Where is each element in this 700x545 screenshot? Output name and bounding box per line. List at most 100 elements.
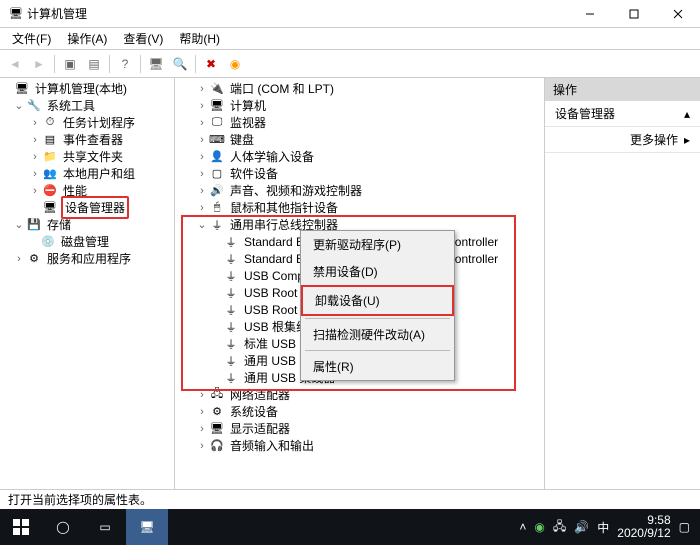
tree-disk[interactable]: 💿磁盘管理 xyxy=(0,233,174,250)
enable-button[interactable]: ◉ xyxy=(224,53,246,75)
computer-icon: 🖥 xyxy=(14,81,30,97)
tray-volume-icon[interactable]: 🔊 xyxy=(574,520,589,534)
separator xyxy=(54,55,55,73)
ctx-disable[interactable]: 禁用设备(D) xyxy=(301,258,454,285)
computer-icon: 🖥 xyxy=(209,98,225,114)
tools-icon: 🔧 xyxy=(26,98,42,114)
expand-icon[interactable]: › xyxy=(195,134,209,146)
ctx-scan[interactable]: 扫描检测硬件改动(A) xyxy=(301,321,454,348)
device-icon: 🖥 xyxy=(42,200,58,216)
tree-devmgr[interactable]: 🖥设备管理器 xyxy=(0,199,174,216)
forward-button[interactable]: ► xyxy=(28,53,50,75)
ctx-properties[interactable]: 属性(R) xyxy=(301,353,454,380)
clock-icon: ⏱ xyxy=(42,115,58,131)
separator xyxy=(140,55,141,73)
dev-monitor[interactable]: ›🖵监视器 xyxy=(179,114,544,131)
actions-pane: 操作 设备管理器▴ 更多操作▸ xyxy=(545,78,700,489)
disk-icon: 💿 xyxy=(40,234,56,250)
tray-chevron-icon[interactable]: ˄ xyxy=(519,520,526,534)
dev-ports[interactable]: ›🔌端口 (COM 和 LPT) xyxy=(179,80,544,97)
menu-view[interactable]: 查看(V) xyxy=(117,28,169,49)
dev-sound[interactable]: ›🔊声音、视频和游戏控制器 xyxy=(179,182,544,199)
expand-icon[interactable]: › xyxy=(28,151,42,163)
tray-ime[interactable]: 中 xyxy=(597,519,609,536)
chevron-up-icon: ▴ xyxy=(684,107,690,121)
dev-network[interactable]: ›🖧网络适配器 xyxy=(179,386,544,403)
expand-icon[interactable]: › xyxy=(195,389,209,401)
separator xyxy=(305,318,450,319)
minimize-button[interactable] xyxy=(568,0,612,27)
expand-icon[interactable]: › xyxy=(195,423,209,435)
expand-icon[interactable]: › xyxy=(195,202,209,214)
expand-icon[interactable]: › xyxy=(195,100,209,112)
menu-action[interactable]: 操作(A) xyxy=(61,28,113,49)
back-button[interactable]: ◄ xyxy=(4,53,26,75)
usb-icon: ⏚ xyxy=(223,285,239,301)
system-tray: ˄ ◉ 🖧 🔊 中 9:582020/9/12 ▢ xyxy=(519,514,700,540)
device-tree-pane: ›🔌端口 (COM 和 LPT) ›🖥计算机 ›🖵监视器 ›⌨键盘 ›👤人体学输… xyxy=(175,78,545,489)
dev-software[interactable]: ›▢软件设备 xyxy=(179,165,544,182)
expand-icon[interactable]: › xyxy=(28,185,42,197)
expand-icon[interactable]: › xyxy=(195,83,209,95)
ctx-uninstall[interactable]: 卸载设备(U) xyxy=(301,285,454,316)
tree-systools[interactable]: ⌄🔧系统工具 xyxy=(0,97,174,114)
expand-icon[interactable]: › xyxy=(28,168,42,180)
expand-icon[interactable]: › xyxy=(195,168,209,180)
usb-icon: ⏚ xyxy=(223,268,239,284)
collapse-icon[interactable]: ⌄ xyxy=(195,218,209,231)
maximize-button[interactable] xyxy=(612,0,656,27)
tray-network-icon[interactable]: 🖧 xyxy=(553,517,566,538)
expand-icon[interactable]: › xyxy=(12,253,26,265)
scan-button[interactable]: 🔍 xyxy=(169,53,191,75)
menubar: 文件(F) 操作(A) 查看(V) 帮助(H) xyxy=(0,28,700,50)
taskview-button[interactable]: ▭ xyxy=(84,509,126,545)
expand-icon[interactable]: › xyxy=(195,117,209,129)
expand-icon[interactable]: › xyxy=(28,117,42,129)
taskbar-app[interactable]: 🖥 xyxy=(126,509,168,545)
window-title: 计算机管理 xyxy=(27,5,568,22)
expand-icon[interactable]: › xyxy=(195,406,209,418)
dev-hid[interactable]: ›👤人体学输入设备 xyxy=(179,148,544,165)
separator xyxy=(305,350,450,351)
usb-icon: ⏚ xyxy=(223,319,239,335)
tray-security-icon[interactable]: ◉ xyxy=(534,520,544,534)
search-button[interactable]: ◯ xyxy=(42,509,84,545)
dev-audio[interactable]: ›🎧音频输入和输出 xyxy=(179,437,544,454)
close-button[interactable] xyxy=(656,0,700,27)
tree-share[interactable]: ›📁共享文件夹 xyxy=(0,148,174,165)
collapse-icon[interactable]: ⌄ xyxy=(12,99,26,112)
usb-icon: ⏚ xyxy=(223,370,239,386)
dev-sysdev[interactable]: ›⚙系统设备 xyxy=(179,403,544,420)
tree-task[interactable]: ›⏱任务计划程序 xyxy=(0,114,174,131)
props-button[interactable]: ▤ xyxy=(83,53,105,75)
menu-help[interactable]: 帮助(H) xyxy=(173,28,226,49)
tree-root[interactable]: 🖥计算机管理(本地) xyxy=(0,80,174,97)
keyboard-icon: ⌨ xyxy=(209,132,225,148)
uninstall-button[interactable]: ✖ xyxy=(200,53,222,75)
dev-keyboard[interactable]: ›⌨键盘 xyxy=(179,131,544,148)
usb-icon: ⏚ xyxy=(223,353,239,369)
refresh-button[interactable]: 🖥 xyxy=(145,53,167,75)
expand-icon[interactable]: › xyxy=(28,134,42,146)
menu-file[interactable]: 文件(F) xyxy=(6,28,57,49)
help-button[interactable]: ? xyxy=(114,53,136,75)
expand-icon[interactable]: › xyxy=(195,151,209,163)
dev-mouse[interactable]: ›🖱鼠标和其他指针设备 xyxy=(179,199,544,216)
tree-event[interactable]: ›▤事件查看器 xyxy=(0,131,174,148)
context-menu: 更新驱动程序(P) 禁用设备(D) 卸载设备(U) 扫描检测硬件改动(A) 属性… xyxy=(300,230,455,381)
action-devmgr[interactable]: 设备管理器▴ xyxy=(545,101,700,127)
tree-svc[interactable]: ›⚙服务和应用程序 xyxy=(0,250,174,267)
dev-display[interactable]: ›🖥显示适配器 xyxy=(179,420,544,437)
tree-users[interactable]: ›👥本地用户和组 xyxy=(0,165,174,182)
ctx-update[interactable]: 更新驱动程序(P) xyxy=(301,231,454,258)
start-button[interactable] xyxy=(0,509,42,545)
clock[interactable]: 9:582020/9/12 xyxy=(617,514,670,540)
dev-computer[interactable]: ›🖥计算机 xyxy=(179,97,544,114)
up-button[interactable]: ▣ xyxy=(59,53,81,75)
collapse-icon[interactable]: ⌄ xyxy=(12,218,26,231)
expand-icon[interactable]: › xyxy=(195,185,209,197)
notifications-icon[interactable]: ▢ xyxy=(679,520,690,534)
expand-icon[interactable]: › xyxy=(195,440,209,452)
perf-icon: ⛔ xyxy=(42,183,58,199)
action-more[interactable]: 更多操作▸ xyxy=(545,127,700,153)
